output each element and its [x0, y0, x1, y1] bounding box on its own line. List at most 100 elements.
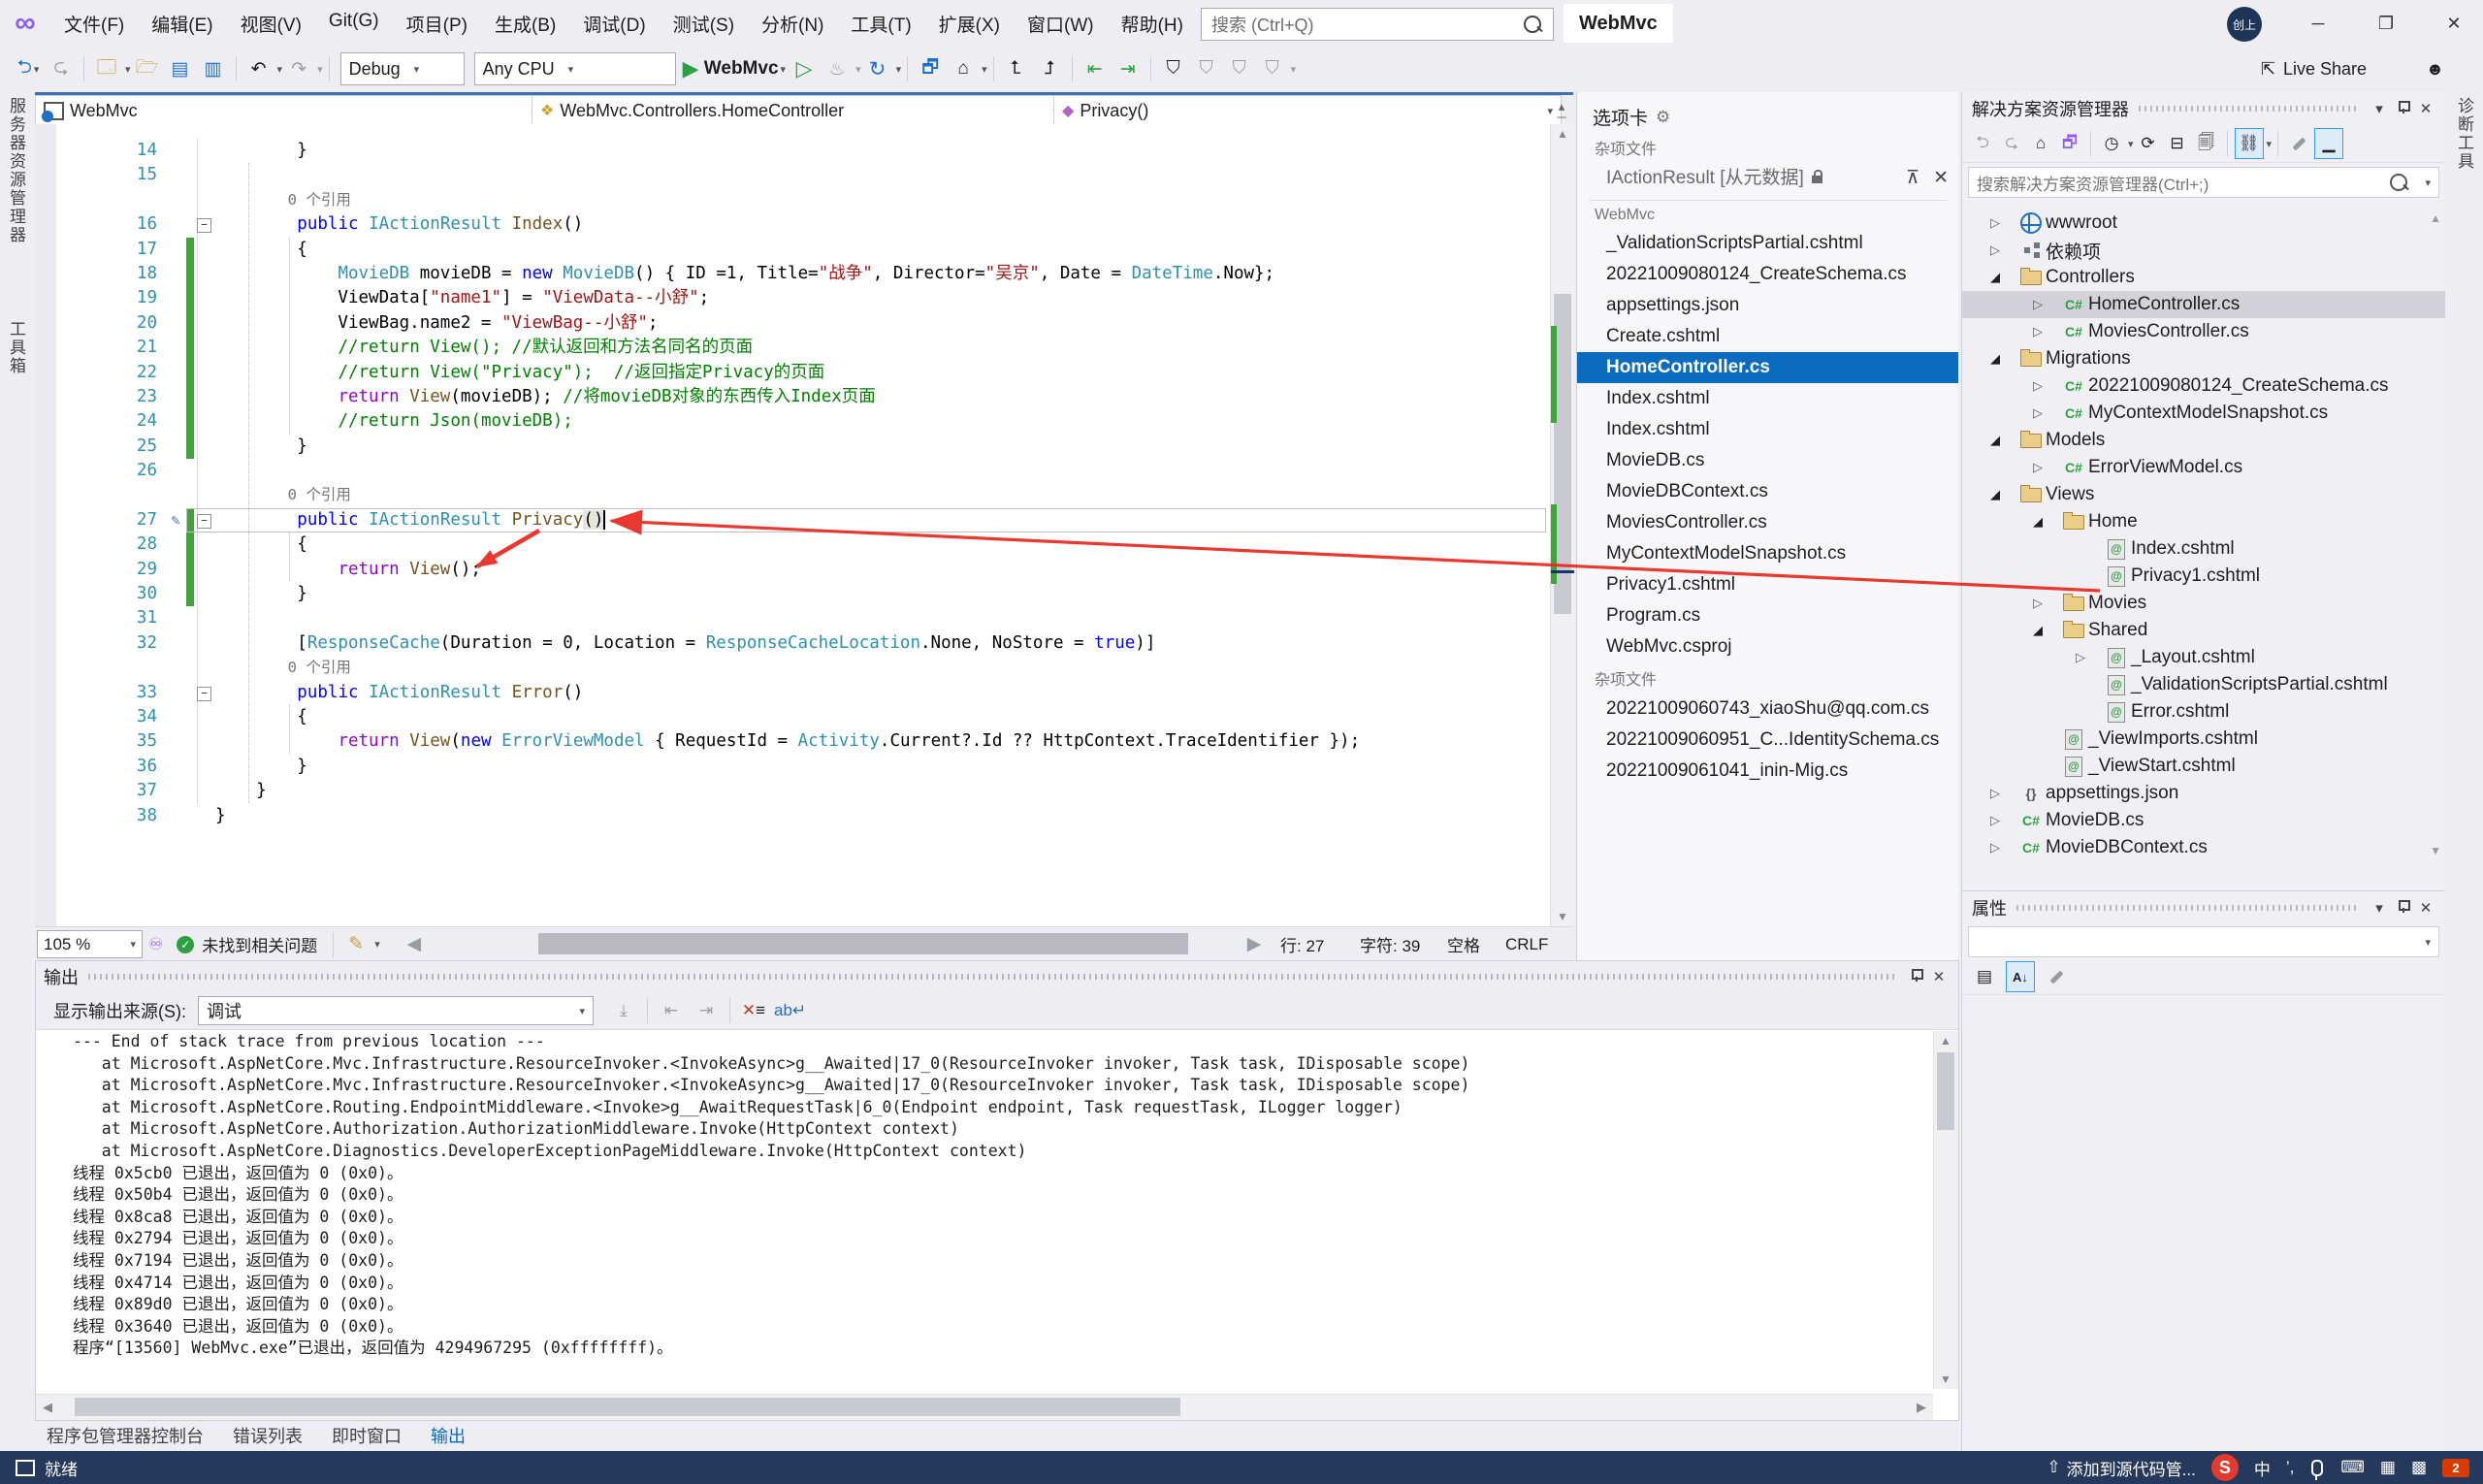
close-panel-icon[interactable]: ✕ — [2414, 100, 2437, 117]
expand-arrow-icon[interactable]: ▷ — [1974, 840, 2016, 855]
tree-item[interactable]: @_ViewImports.cshtml — [1962, 726, 2445, 753]
code-line[interactable]: 20 ViewBag.name2 = "ViewBag--小舒"; — [35, 311, 1550, 336]
menu-item[interactable]: 扩展(X) — [925, 7, 1014, 41]
collapse-arrow-icon[interactable]: ◢ — [1974, 351, 2016, 367]
tree-item[interactable]: ▷C#MoviesController.cs — [1962, 318, 2445, 345]
document-tab[interactable]: 20221009060951_C...IdentitySchema.cs — [1577, 725, 1958, 756]
quick-search-box[interactable]: 搜索 (Ctrl+Q) — [1201, 8, 1554, 41]
alphabetical-sort-icon[interactable]: A↓ — [2006, 961, 2035, 992]
categorized-icon[interactable]: ▤ — [1971, 962, 1998, 991]
document-tab[interactable]: MoviesController.cs — [1577, 507, 1958, 538]
code-line[interactable]: 23 return View(movieDB); //将movieDB对象的东西… — [35, 385, 1550, 409]
restart-icon[interactable]: ↻ — [863, 52, 892, 85]
collapse-arrow-icon[interactable]: ◢ — [1974, 433, 2016, 448]
scroll-down-icon[interactable]: ▼ — [1934, 1370, 1957, 1389]
code-line[interactable]: 34 { — [35, 705, 1550, 729]
tree-item[interactable]: ▷{}appsettings.json — [1962, 780, 2445, 807]
tree-item[interactable]: ▷C#ErrorViewModel.cs — [1962, 454, 2445, 481]
codelens-health-icon[interactable]: ♾ — [148, 935, 163, 954]
tool-window-tab[interactable]: 即时窗口 — [320, 1420, 413, 1451]
document-tab[interactable]: MyContextModelSnapshot.cs — [1577, 538, 1958, 569]
tree-item[interactable]: @_ValidationScriptsPartial.cshtml — [1962, 671, 2445, 698]
tree-scroll-up-icon[interactable]: ▲ — [2430, 211, 2441, 225]
tree-item[interactable]: @Index.cshtml — [1962, 535, 2445, 563]
back-icon[interactable]: ⮌ — [1969, 129, 1996, 158]
menu-item[interactable]: Git(G) — [315, 7, 393, 41]
document-tab[interactable]: Index.cshtml — [1577, 383, 1958, 414]
editor-vertical-scrollbar[interactable]: ▲ ▼ — [1550, 124, 1574, 926]
document-tab[interactable]: Create.cshtml — [1577, 321, 1958, 352]
tree-item[interactable]: ▷依赖项 — [1962, 237, 2445, 264]
issues-label[interactable]: 未找到相关问题 — [202, 932, 317, 956]
document-tab[interactable]: HomeController.cs — [1577, 352, 1958, 383]
start-without-debug-icon[interactable]: ▷ — [790, 52, 819, 85]
toolbox-grid-icon[interactable]: ▦ — [2380, 1458, 2396, 1477]
prev-message-icon[interactable]: ⇤ — [657, 997, 686, 1024]
expand-arrow-icon[interactable]: ▷ — [2016, 460, 2059, 475]
breadcrumb-member-dropdown[interactable]: ◆ Privacy()▾ — [1053, 95, 1562, 126]
code-line[interactable]: 33− public IActionResult Error() — [35, 681, 1550, 705]
output-vertical-scrollbar[interactable]: ▲ ▼ — [1933, 1031, 1958, 1389]
menu-item[interactable]: 分析(N) — [748, 7, 837, 41]
sidebar-tab-server-explorer[interactable]: 服务器资源管理器 — [4, 97, 28, 249]
forward-icon[interactable]: ⮎ — [1998, 129, 2025, 158]
breadcrumb-type-dropdown[interactable]: ❖ WebMvc.Controllers.HomeController▾ — [532, 95, 1067, 126]
feedback-person-icon[interactable]: ☻ — [2426, 59, 2444, 80]
code-line[interactable]: 30 } — [35, 582, 1550, 606]
code-line[interactable]: 14 } — [35, 139, 1550, 163]
tree-item[interactable]: ◢Controllers — [1962, 264, 2445, 291]
microphone-icon[interactable] — [2311, 1460, 2323, 1476]
tree-item[interactable]: ▷Movies — [1962, 590, 2445, 617]
expand-arrow-icon[interactable]: ▷ — [2016, 378, 2059, 394]
tree-item[interactable]: @Privacy1.cshtml — [1962, 563, 2445, 590]
add-to-source-control-button[interactable]: ⇧添加到源代码管... — [2047, 1456, 2195, 1480]
expand-arrow-icon[interactable]: ▷ — [2059, 650, 2102, 665]
search-icon[interactable] — [1524, 16, 1541, 33]
code-line[interactable]: 32 [ResponseCache(Duration = 0, Location… — [35, 631, 1550, 656]
tool-window-tab[interactable]: 输出 — [419, 1420, 477, 1451]
code-line[interactable]: 17 { — [35, 238, 1550, 262]
goto-message-icon[interactable]: ⤓ — [609, 997, 638, 1024]
menu-item[interactable]: 测试(S) — [660, 7, 748, 41]
search-icon[interactable] — [2390, 174, 2407, 191]
code-line[interactable]: 27✎− public IActionResult Privacy() — [35, 508, 1550, 532]
code-line[interactable]: 22 //return View("Privacy"); //返回指定Priva… — [35, 361, 1550, 385]
show-all-files-icon[interactable]: 🗐 — [2193, 129, 2220, 158]
maximize-button[interactable]: ❐ — [2363, 0, 2409, 47]
document-tab[interactable]: MovieDBContext.cs — [1577, 476, 1958, 507]
collapse-arrow-icon[interactable]: ◢ — [2016, 514, 2059, 530]
close-tab-icon[interactable]: ✕ — [1933, 163, 1949, 194]
tree-item[interactable]: ▷C#MovieDBContext.cs — [1962, 834, 2445, 861]
document-tab[interactable]: Privacy1.cshtml — [1577, 569, 1958, 600]
tree-item[interactable]: ▷C#MovieDB.cs — [1962, 807, 2445, 834]
codelens-row[interactable]: 0 个引用 — [35, 483, 1550, 507]
menu-item[interactable]: 编辑(E) — [138, 7, 226, 41]
pen-icon[interactable]: ✎ — [341, 928, 371, 961]
save-icon[interactable]: ▤ — [166, 52, 195, 85]
fold-collapse-icon[interactable]: − — [197, 514, 211, 529]
platform-dropdown[interactable]: Any CPU▾ — [474, 52, 676, 85]
live-share-button[interactable]: ⇱Live Share — [2261, 59, 2367, 80]
configuration-dropdown[interactable]: Debug▾ — [340, 52, 465, 85]
open-folder-icon[interactable]: 🗁 — [133, 52, 162, 85]
window-menu-icon[interactable]: ▾ — [2368, 100, 2391, 117]
menu-item[interactable]: 文件(F) — [50, 7, 138, 41]
scroll-right-icon[interactable]: ▶ — [1910, 1395, 1933, 1419]
code-line[interactable]: 36 } — [35, 755, 1550, 779]
output-horizontal-scrollbar[interactable]: ◀ ▶ — [36, 1394, 1933, 1420]
solution-explorer-home-icon[interactable]: ⌂ — [949, 52, 978, 85]
scrollbar-thumb[interactable] — [75, 1398, 1180, 1416]
code-line[interactable]: 19 ViewData["name1"] = "ViewData--小舒"; — [35, 286, 1550, 310]
menu-item[interactable]: 生成(B) — [481, 7, 569, 41]
tree-item[interactable]: ▷C#20221009080124_CreateSchema.cs — [1962, 372, 2445, 400]
scroll-down-icon[interactable]: ▼ — [1551, 907, 1574, 926]
properties-object-dropdown[interactable]: ▾ — [1968, 926, 2439, 957]
property-pages-wrench-icon[interactable] — [2043, 962, 2070, 991]
tree-item[interactable]: ▷C#HomeController.cs — [1962, 291, 2445, 318]
document-tab[interactable]: WebMvc.csproj — [1577, 631, 1958, 662]
keep-open-pin-icon[interactable]: ⊼ — [1906, 163, 1919, 194]
prev-bookmark-icon[interactable]: ⛉ — [1192, 52, 1221, 85]
menu-item[interactable]: 帮助(H) — [1108, 7, 1197, 41]
code-line[interactable]: 15 — [35, 163, 1550, 187]
expand-arrow-icon[interactable]: ▷ — [1974, 813, 2016, 828]
